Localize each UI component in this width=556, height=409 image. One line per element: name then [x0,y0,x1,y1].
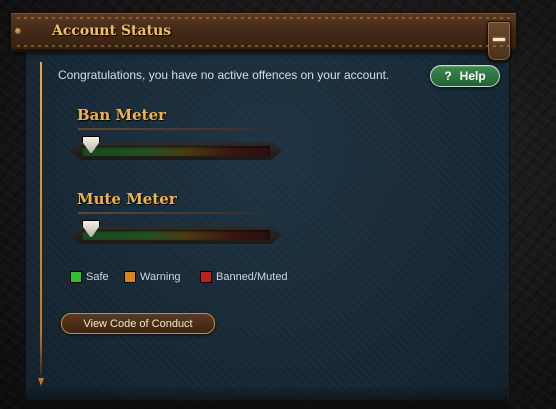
help-button[interactable]: ? Help [430,65,500,87]
safe-swatch-icon [70,271,82,283]
minus-icon [493,38,505,41]
help-button-label: Help [459,69,486,83]
side-divider [38,62,44,386]
rivet-icon [15,28,21,34]
legend-banned-label: Banned/Muted [216,271,288,283]
ban-meter-title: Ban Meter [77,106,167,124]
warning-swatch-icon [124,271,136,283]
panel-title: Account Status [52,23,172,39]
collapse-button[interactable] [487,21,511,61]
ban-meter-fill [82,146,270,156]
ban-meter-underline [78,128,278,130]
mute-meter-fill [82,230,270,240]
mute-meter-track [70,226,282,244]
question-mark-icon: ? [444,69,452,83]
ban-meter-track [70,142,282,160]
legend-warning-label: Warning [140,271,181,283]
mute-meter-underline [78,212,278,214]
view-code-of-conduct-button[interactable]: View Code of Conduct [61,313,215,334]
legend-banned: Banned/Muted [200,271,288,283]
conduct-button-label: View Code of Conduct [83,317,193,330]
mute-meter-title: Mute Meter [77,190,177,208]
banned-swatch-icon [200,271,212,283]
legend-warning: Warning [124,271,181,283]
status-message: Congratulations, you have no active offe… [58,68,390,82]
panel-bottom-edge [25,385,508,409]
legend-safe: Safe [70,271,109,283]
legend-safe-label: Safe [86,271,109,283]
panel-header: Account Status [10,12,517,61]
